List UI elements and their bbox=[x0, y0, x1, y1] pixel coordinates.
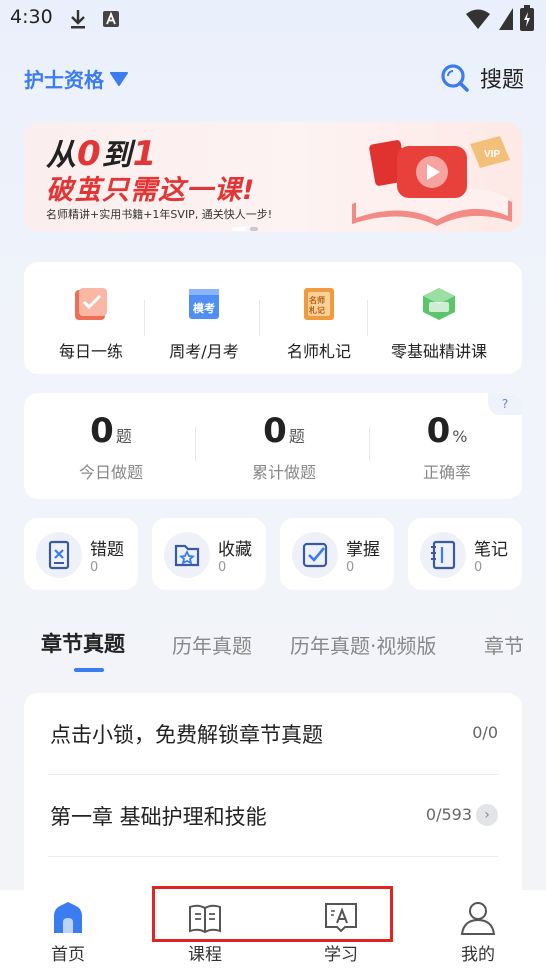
tab-past-exams-video[interactable]: 历年真题·视频版 bbox=[290, 630, 436, 659]
chapter-title: 第一章 基础护理和技能 bbox=[50, 805, 267, 829]
pagination-dot bbox=[250, 227, 258, 231]
stat-label: 今日做题 bbox=[78, 463, 143, 482]
svg-text:札记: 札记 bbox=[308, 305, 325, 315]
video-book-illustration-icon: VIP bbox=[352, 136, 512, 226]
stat-label: 正确率 bbox=[422, 463, 471, 482]
quick-link-label: 每日一练 bbox=[58, 342, 123, 361]
divider bbox=[195, 427, 196, 461]
quick-link-label: 零基础精讲课 bbox=[390, 342, 487, 361]
banner-subheadline: 破茧只需这一课! bbox=[46, 175, 256, 206]
banner-pagination bbox=[232, 227, 258, 231]
exam-selector[interactable]: 护士资格 bbox=[24, 64, 128, 93]
profile-icon bbox=[460, 902, 496, 935]
stat-label: 累计做题 bbox=[251, 463, 316, 482]
divider bbox=[144, 300, 145, 336]
svg-text:名师: 名师 bbox=[309, 295, 325, 305]
promo-banner[interactable]: 从0到1 破茧只需这一课! 名师精讲+实用书籍+1年SVIP, 通关快人一步! … bbox=[24, 122, 522, 232]
download-icon bbox=[71, 10, 85, 29]
tab-chapter-questions[interactable]: 章节真题 bbox=[41, 628, 125, 658]
stat-unit: % bbox=[452, 427, 468, 446]
nav-label: 首页 bbox=[51, 945, 85, 965]
chapter-title: 点击小锁，免费解锁章节真题 bbox=[50, 723, 323, 747]
stat-unit: 题 bbox=[288, 427, 305, 446]
nav-home[interactable]: 首页 bbox=[0, 890, 136, 970]
battery-icon bbox=[520, 5, 534, 31]
divider bbox=[367, 300, 368, 336]
tool-label: 笔记 bbox=[474, 540, 508, 560]
status-time: 4:30 bbox=[10, 6, 53, 28]
status-bar: 4:30 bbox=[0, 0, 546, 38]
tool-count: 0 bbox=[346, 560, 355, 575]
search-icon bbox=[441, 64, 469, 92]
stat-value: 0 bbox=[263, 411, 287, 451]
divider bbox=[259, 300, 260, 336]
favorites-icon bbox=[164, 532, 210, 578]
nav-label: 我的 bbox=[461, 945, 495, 965]
stat-unit: 题 bbox=[115, 427, 132, 446]
stat-value: 0 bbox=[90, 411, 114, 451]
stat-total: 0题 累计做题 bbox=[201, 393, 367, 499]
nav-label: 课程 bbox=[188, 945, 222, 965]
notebook-icon bbox=[420, 532, 466, 578]
stat-accuracy: 0% 正确率 bbox=[364, 393, 530, 499]
stat-value: 0 bbox=[426, 411, 451, 451]
chapter-row-unlock[interactable]: 点击小锁，免费解锁章节真题 0/0 bbox=[48, 693, 498, 775]
quick-link-label: 周考/月考 bbox=[169, 342, 239, 361]
wrong-questions-button[interactable]: 错题 0 bbox=[24, 518, 138, 590]
tool-label: 错题 bbox=[90, 540, 124, 560]
quick-link-teacher-notes[interactable]: 名师 札记 名师札记 bbox=[269, 262, 369, 374]
active-tab-indicator bbox=[74, 668, 104, 672]
highlight-box bbox=[152, 886, 393, 942]
wifi-icon bbox=[466, 9, 490, 29]
wrong-questions-icon bbox=[36, 532, 82, 578]
tool-label: 掌握 bbox=[346, 540, 380, 560]
chapter-progress: 0/0 bbox=[472, 723, 498, 742]
tab-past-exams[interactable]: 历年真题 bbox=[172, 630, 252, 659]
chapter-list: 点击小锁，免费解锁章节真题 0/0 第一章 基础护理和技能 0/593 › bbox=[24, 693, 522, 913]
tool-count: 0 bbox=[474, 560, 483, 575]
banner-description: 名师精讲+实用书籍+1年SVIP, 通关快人一步! bbox=[46, 208, 273, 221]
stats-card: ? 0题 今日做题 0题 累计做题 0% 正确率 bbox=[24, 393, 522, 499]
quick-link-daily-practice[interactable]: 每日一练 bbox=[46, 262, 136, 374]
pagination-dot-active bbox=[232, 227, 246, 231]
search-button[interactable]: 搜题 bbox=[440, 62, 524, 94]
notes-book-icon: 名师 札记 bbox=[304, 288, 334, 320]
notification-app-icon bbox=[103, 11, 119, 27]
quick-link-basic-course[interactable]: 零基础精讲课 bbox=[374, 262, 504, 374]
notes-button[interactable]: 笔记 0 bbox=[408, 518, 522, 590]
tool-count: 0 bbox=[90, 560, 99, 575]
signal-icon bbox=[499, 8, 513, 30]
svg-text:模考: 模考 bbox=[193, 301, 215, 315]
daily-practice-icon bbox=[75, 288, 107, 320]
chevron-right-icon: › bbox=[476, 804, 498, 826]
exam-name: 护士资格 bbox=[24, 68, 104, 92]
exam-icon: 模考 bbox=[189, 289, 219, 319]
nav-profile[interactable]: 我的 bbox=[410, 890, 546, 970]
quick-link-exam[interactable]: 模考 周考/月考 bbox=[154, 262, 254, 374]
dropdown-triangle-icon bbox=[110, 71, 128, 86]
svg-text:VIP: VIP bbox=[484, 149, 500, 160]
tool-count: 0 bbox=[218, 560, 227, 575]
quick-link-label: 名师札记 bbox=[286, 342, 351, 361]
mastered-button[interactable]: 掌握 0 bbox=[280, 518, 394, 590]
basic-course-icon bbox=[423, 288, 455, 320]
chapter-progress: 0/593 bbox=[425, 805, 472, 824]
stat-today: 0题 今日做题 bbox=[28, 393, 194, 499]
favorites-button[interactable]: 收藏 0 bbox=[152, 518, 266, 590]
tool-label: 收藏 bbox=[218, 540, 252, 560]
quick-links-card: 每日一练 模考 周考/月考 名师 札记 名师札记 零基础精讲课 bbox=[24, 262, 522, 374]
home-icon bbox=[54, 902, 82, 933]
nav-label: 学习 bbox=[324, 945, 358, 965]
mastered-icon bbox=[292, 532, 338, 578]
tab-chapter[interactable]: 章节 bbox=[484, 630, 524, 659]
chapter-row[interactable]: 第一章 基础护理和技能 0/593 › bbox=[48, 775, 498, 857]
divider bbox=[48, 856, 498, 857]
search-label: 搜题 bbox=[479, 68, 524, 93]
